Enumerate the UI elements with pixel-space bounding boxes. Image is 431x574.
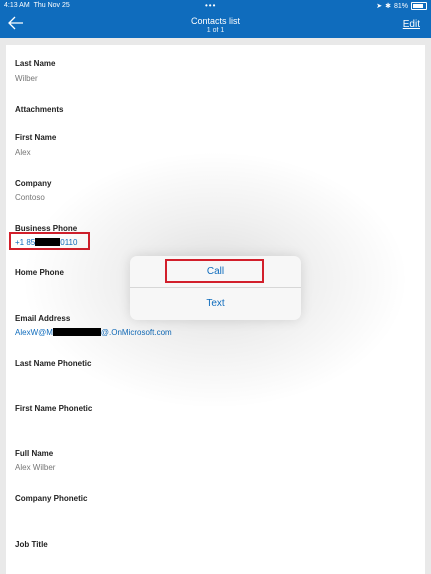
multitasking-dots-icon[interactable]: ••• xyxy=(205,1,216,10)
battery-percent: 81% xyxy=(393,2,408,10)
page-title: Contacts list xyxy=(190,16,241,26)
page-subtitle: 1 of 1 xyxy=(206,27,225,34)
first-name-value: Alex xyxy=(15,148,31,157)
location-icon: ➤ xyxy=(376,3,383,10)
status-time: 4:13 AM Thu Nov 25 xyxy=(4,2,70,9)
home-phone-label: Home Phone xyxy=(15,268,64,277)
email-address-label: Email Address xyxy=(15,314,71,323)
job-title-label: Job Title xyxy=(15,540,48,549)
company-phonetic-label: Company Phonetic xyxy=(15,494,88,503)
redaction-bar xyxy=(52,328,101,336)
status-indicators: ➤ ✱ 81% xyxy=(376,2,427,10)
last-name-phonetic-label: Last Name Phonetic xyxy=(15,359,92,368)
full-name-value: Alex Wilber xyxy=(15,463,56,472)
phone-action-popover: Call Text xyxy=(130,256,301,320)
first-name-phonetic-label: First Name Phonetic xyxy=(15,404,93,413)
text-button[interactable]: Text xyxy=(130,288,301,319)
company-value: Contoso xyxy=(15,193,45,202)
first-name-label: First Name xyxy=(15,133,57,142)
edit-button[interactable]: Edit xyxy=(403,19,420,30)
bluetooth-icon: ✱ xyxy=(385,3,391,10)
call-highlight xyxy=(165,259,264,283)
last-name-value: Wilber xyxy=(15,74,38,83)
full-name-label: Full Name xyxy=(15,449,54,458)
top-bar: 4:13 AM Thu Nov 25 ••• ➤ ✱ 81% Contacts … xyxy=(0,0,431,38)
email-address-value[interactable]: AlexW@M @.OnMicrosoft.com xyxy=(15,328,172,337)
last-name-label: Last Name xyxy=(15,59,56,68)
company-label: Company xyxy=(15,179,52,188)
attachments-label: Attachments xyxy=(15,105,64,114)
battery-icon xyxy=(411,2,427,10)
business-phone-highlight xyxy=(9,232,90,250)
